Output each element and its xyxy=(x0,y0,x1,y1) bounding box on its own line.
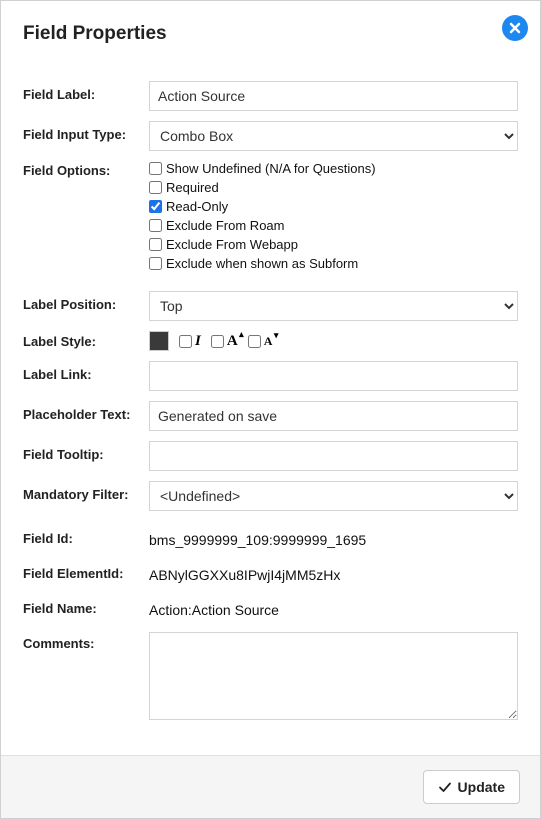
font-size-up-icon: A▴ xyxy=(227,333,238,350)
label-color-swatch[interactable] xyxy=(149,331,169,351)
check-icon xyxy=(438,780,452,794)
field-properties-dialog: Field Properties Field Label: Field Inpu… xyxy=(0,0,541,819)
label-link-input[interactable] xyxy=(149,361,518,391)
row-field-tooltip: Field Tooltip: xyxy=(23,441,518,471)
update-button[interactable]: Update xyxy=(423,770,520,804)
option-show-undefined[interactable]: Show Undefined (N/A for Questions) xyxy=(149,161,518,176)
field-input-type-select[interactable]: Combo Box xyxy=(149,121,518,151)
checkbox-label: Required xyxy=(166,180,219,195)
option-exclude-roam[interactable]: Exclude From Roam xyxy=(149,218,518,233)
row-field-options: Field Options: Show Undefined (N/A for Q… xyxy=(23,161,518,275)
checkbox-label: Exclude when shown as Subform xyxy=(166,256,358,271)
row-field-label: Field Label: xyxy=(23,81,518,111)
field-label-input[interactable] xyxy=(149,81,518,111)
option-read-only[interactable]: Read-Only xyxy=(149,199,518,214)
row-field-name: Field Name: Action:Action Source xyxy=(23,597,518,618)
checkbox-exclude-subform[interactable] xyxy=(149,257,162,270)
mandatory-filter-select[interactable]: <Undefined> xyxy=(149,481,518,511)
checkbox-exclude-webapp[interactable] xyxy=(149,238,162,251)
dialog-body: Field Label: Field Input Type: Combo Box… xyxy=(1,55,540,755)
label-field-tooltip: Field Tooltip: xyxy=(23,441,149,462)
label-label-position: Label Position: xyxy=(23,291,149,312)
row-label-position: Label Position: Top xyxy=(23,291,518,321)
label-field-input-type: Field Input Type: xyxy=(23,121,149,142)
label-field-element-id: Field ElementId: xyxy=(23,562,149,581)
checkbox-label: Read-Only xyxy=(166,199,228,214)
label-mandatory-filter: Mandatory Filter: xyxy=(23,481,149,502)
close-button[interactable] xyxy=(502,15,528,41)
italic-icon: I xyxy=(195,333,201,350)
row-label-link: Label Link: xyxy=(23,361,518,391)
style-size-up-option[interactable]: A▴ xyxy=(211,333,238,350)
label-comments: Comments: xyxy=(23,632,149,651)
label-position-select[interactable]: Top xyxy=(149,291,518,321)
label-field-name: Field Name: xyxy=(23,597,149,616)
field-name-value: Action:Action Source xyxy=(149,597,518,618)
row-field-input-type: Field Input Type: Combo Box xyxy=(23,121,518,151)
checkbox-size-down[interactable] xyxy=(248,335,261,348)
option-exclude-subform[interactable]: Exclude when shown as Subform xyxy=(149,256,518,271)
checkbox-read-only[interactable] xyxy=(149,200,162,213)
label-label-style: Label Style: xyxy=(23,331,149,349)
dialog-footer: Update xyxy=(1,755,540,818)
row-placeholder-text: Placeholder Text: xyxy=(23,401,518,431)
checkbox-italic[interactable] xyxy=(179,335,192,348)
checkbox-size-up[interactable] xyxy=(211,335,224,348)
checkbox-label: Exclude From Roam xyxy=(166,218,284,233)
checkbox-label: Exclude From Webapp xyxy=(166,237,298,252)
comments-textarea[interactable] xyxy=(149,632,518,720)
row-comments: Comments: xyxy=(23,632,518,725)
field-tooltip-input[interactable] xyxy=(149,441,518,471)
label-label-link: Label Link: xyxy=(23,361,149,382)
update-button-label: Update xyxy=(458,779,505,795)
checkbox-exclude-roam[interactable] xyxy=(149,219,162,232)
row-label-style: Label Style: I A▴ A▾ xyxy=(23,331,518,351)
dialog-title: Field Properties xyxy=(23,23,167,45)
label-field-options: Field Options: xyxy=(23,161,149,178)
checkbox-required[interactable] xyxy=(149,181,162,194)
style-italic-option[interactable]: I xyxy=(179,333,201,350)
row-mandatory-filter: Mandatory Filter: <Undefined> xyxy=(23,481,518,511)
label-field-id: Field Id: xyxy=(23,527,149,546)
row-field-element-id: Field ElementId: ABNylGGXXu8IPwjI4jMM5zH… xyxy=(23,562,518,583)
label-placeholder-text: Placeholder Text: xyxy=(23,401,149,422)
dialog-header: Field Properties xyxy=(1,1,540,55)
font-size-down-icon: A▾ xyxy=(264,334,273,349)
checkbox-show-undefined[interactable] xyxy=(149,162,162,175)
checkbox-label: Show Undefined (N/A for Questions) xyxy=(166,161,376,176)
option-exclude-webapp[interactable]: Exclude From Webapp xyxy=(149,237,518,252)
field-id-value: bms_9999999_109:9999999_1695 xyxy=(149,527,518,548)
row-field-id: Field Id: bms_9999999_109:9999999_1695 xyxy=(23,527,518,548)
style-size-down-option[interactable]: A▾ xyxy=(248,334,273,349)
label-field-label: Field Label: xyxy=(23,81,149,102)
placeholder-text-input[interactable] xyxy=(149,401,518,431)
option-required[interactable]: Required xyxy=(149,180,518,195)
close-icon xyxy=(508,21,522,35)
field-element-id-value: ABNylGGXXu8IPwjI4jMM5zHx xyxy=(149,562,518,583)
